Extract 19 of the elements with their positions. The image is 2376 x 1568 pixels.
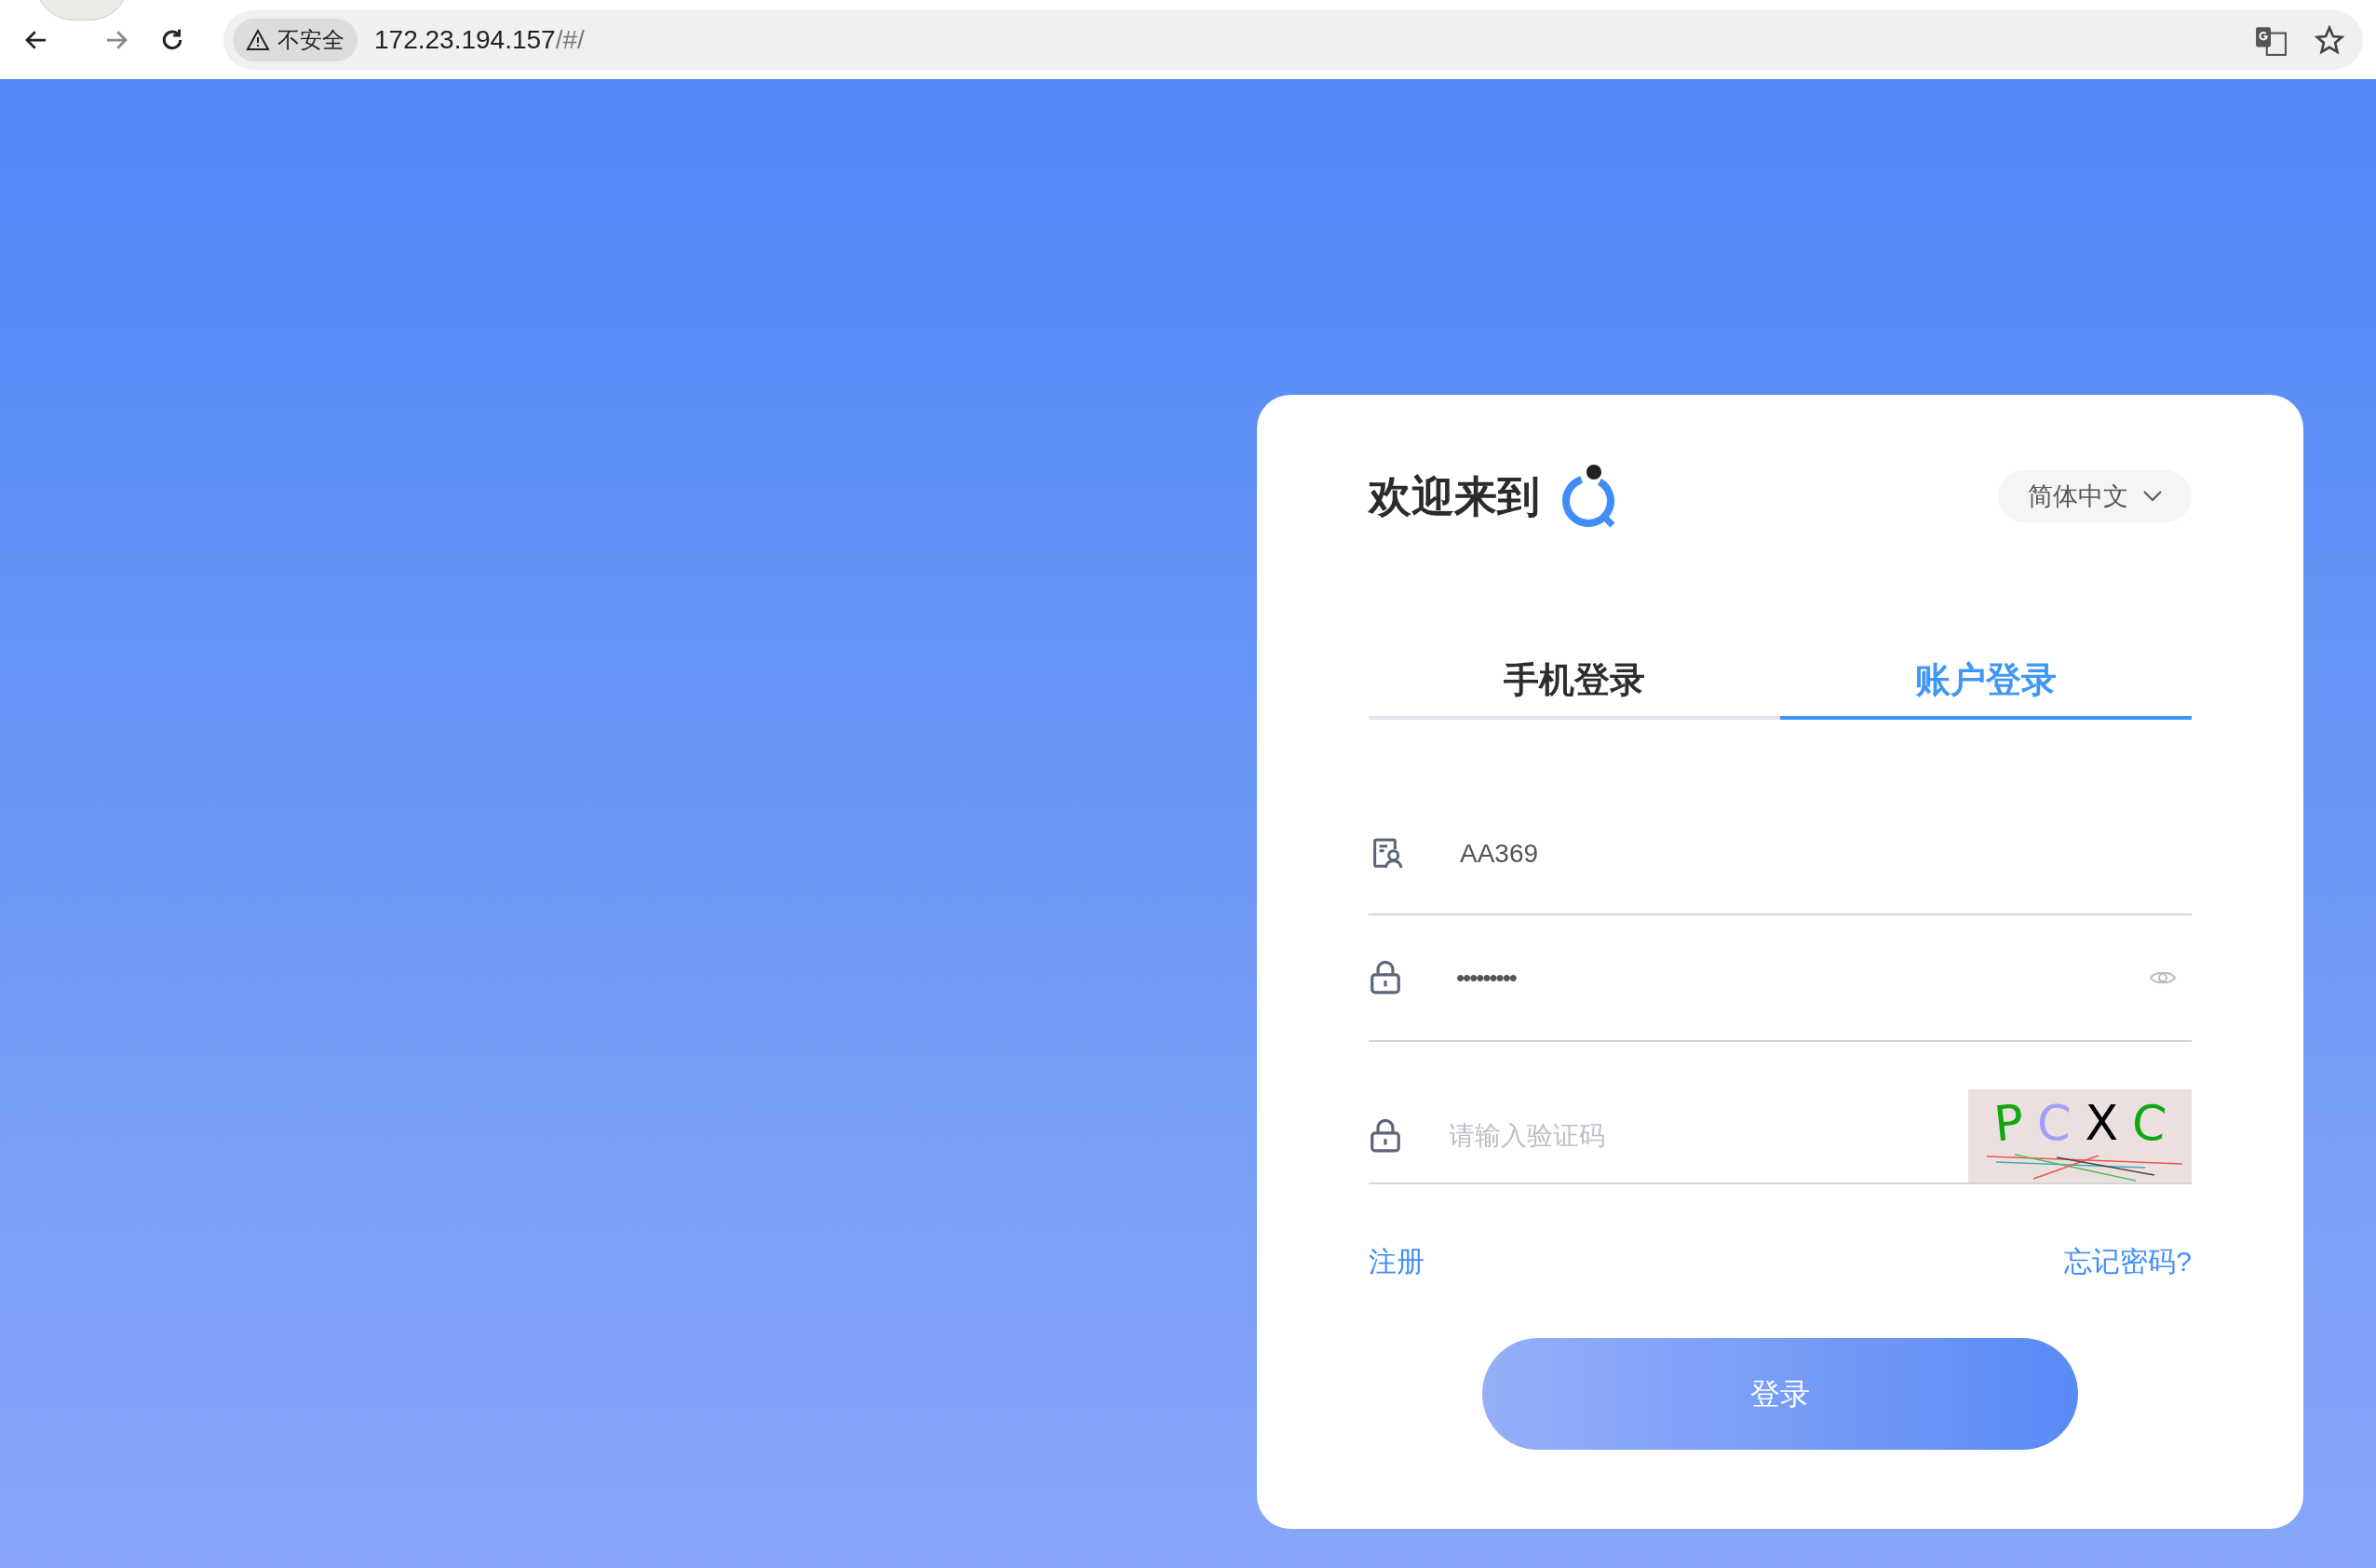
lock-icon <box>1369 1118 1402 1154</box>
bookmark-star-icon[interactable] <box>2315 24 2344 55</box>
address-bar[interactable]: 不安全 172.23.194.157/#/ <box>223 9 2363 70</box>
captcha-image[interactable]: P C X C <box>1968 1089 2192 1183</box>
welcome-title: 欢迎来到 <box>1369 470 1540 522</box>
login-tab[interactable]: 手机登录 <box>1369 654 1780 720</box>
captcha-field[interactable]: 请输入验证码 <box>1449 1116 1968 1156</box>
captcha-character: C <box>2035 1098 2072 1148</box>
warning-icon <box>246 28 270 51</box>
lock-icon <box>1369 960 1402 995</box>
captcha-character: X <box>2085 1099 2119 1147</box>
language-selector[interactable]: 简体中文 <box>1998 470 2192 522</box>
security-badge[interactable]: 不安全 <box>233 18 358 61</box>
captcha-character: C <box>2129 1097 2169 1149</box>
url-text[interactable]: 172.23.194.157/#/ <box>374 20 2255 60</box>
username-field[interactable]: AA369 <box>1460 834 1539 873</box>
chevron-down-icon <box>2143 491 2162 502</box>
captcha-character: P <box>1991 1097 2026 1149</box>
password-field[interactable]: ••••••••• <box>1456 959 2149 996</box>
